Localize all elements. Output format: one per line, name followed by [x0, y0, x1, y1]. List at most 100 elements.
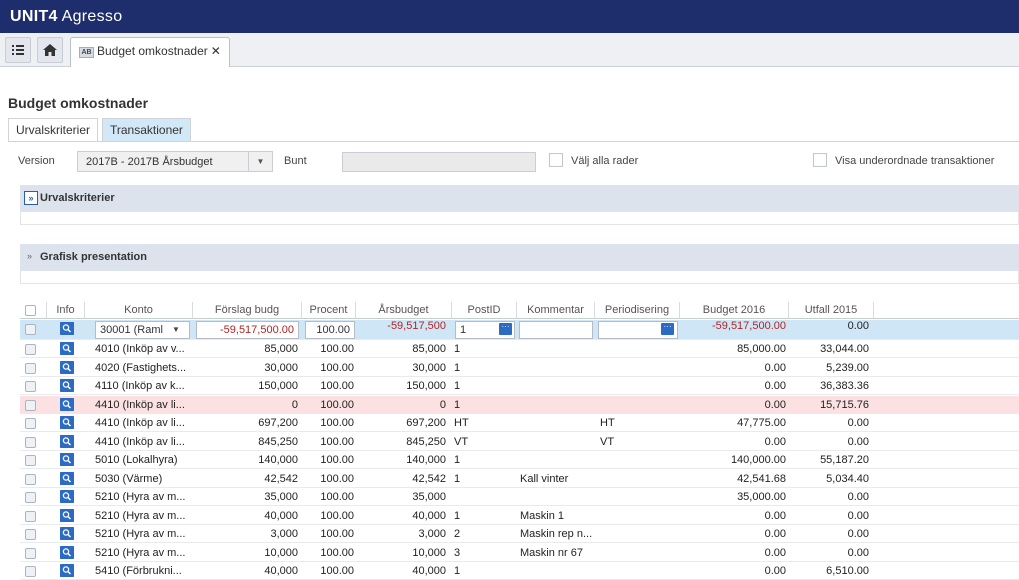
search-icon[interactable]: [60, 322, 74, 335]
ellipsis-icon[interactable]: ···: [499, 323, 512, 335]
version-select[interactable]: 2017B - 2017B Årsbudget ▼: [77, 151, 273, 172]
row-checkbox[interactable]: [25, 344, 36, 355]
column-header-postid[interactable]: PostID: [452, 302, 517, 319]
table-row[interactable]: 4410 (Inköp av li... 845,250 100.00 845,250…: [20, 433, 1019, 451]
row-checkbox[interactable]: [25, 418, 36, 429]
arsbudget-cell: 150,000: [406, 380, 446, 392]
table-row[interactable]: 5210 (Hyra av m... 35,000 100.00 35,000 35,0…: [20, 488, 1019, 506]
kommentar-cell: [520, 488, 594, 506]
forslag-cell: 140,000: [258, 454, 298, 466]
column-header-procent[interactable]: Procent: [302, 302, 356, 319]
graph-panel-header[interactable]: » Grafisk presentation: [20, 244, 1019, 271]
budget2016-cell: 140,000.00: [730, 454, 786, 466]
row-checkbox[interactable]: [25, 510, 36, 522]
konto-cell: 5210 (Hyra av m...: [95, 528, 186, 540]
tab-urvalskriterier[interactable]: Urvalskriterier: [8, 118, 99, 141]
row-checkbox[interactable]: [25, 324, 36, 335]
table-row[interactable]: 4110 (Inköp av k... 150,000 100.00 150,000 1…: [20, 377, 1019, 395]
show-sub-checkbox[interactable]: [813, 153, 827, 167]
utfall2015-cell: 55,187.20: [820, 454, 869, 466]
kommentar-cell: Kall vinter: [520, 472, 569, 485]
arsbudget-cell: 3,000: [418, 528, 446, 540]
konto-cell: 5410 (Förbrukni...: [95, 565, 182, 577]
column-header-kommentar[interactable]: Kommentar: [517, 302, 595, 319]
postid-cell: 1: [454, 509, 461, 522]
procent-input[interactable]: 100.00: [305, 321, 355, 339]
forslag-cell: 3,000: [270, 528, 298, 540]
periodisering-cell: [600, 525, 678, 543]
arsbudget-cell: 697,200: [406, 417, 446, 429]
search-icon[interactable]: [60, 342, 74, 355]
table-row[interactable]: 4410 (Inköp av li... 697,200 100.00 697,200…: [20, 414, 1019, 432]
row-checkbox[interactable]: [25, 381, 36, 392]
table-row[interactable]: 5030 (Värme) 42,542 100.00 42,542 1 Kall vint…: [20, 470, 1019, 488]
table-row[interactable]: 5210 (Hyra av m... 40,000 100.00 40,000 1 Mas…: [20, 507, 1019, 525]
column-header-info[interactable]: Info: [47, 302, 85, 319]
kommentar-cell: [520, 433, 594, 451]
column-header-periodisering[interactable]: Periodisering: [595, 302, 680, 319]
row-checkbox[interactable]: [25, 473, 36, 485]
search-icon[interactable]: [60, 564, 74, 577]
row-checkbox[interactable]: [25, 529, 36, 540]
select-all-rows-checkbox[interactable]: [25, 305, 36, 316]
table-row[interactable]: 5410 (Förbrukni... 40,000 100.00 40,000 1 0.0…: [20, 562, 1019, 580]
periodisering-cell: [600, 451, 678, 469]
search-icon[interactable]: [60, 434, 74, 448]
arsbudget-cell: 85,000: [412, 343, 446, 355]
postid-cell: [454, 488, 514, 506]
menu-button[interactable]: [5, 37, 31, 63]
tab-badge: AB: [79, 47, 94, 58]
column-header-forslag[interactable]: Förslag budg: [193, 302, 302, 319]
criteria-panel-header[interactable]: » Urvalskriterier: [20, 185, 1019, 212]
search-icon[interactable]: [60, 379, 74, 392]
postid-cell: 3: [454, 546, 461, 559]
row-checkbox[interactable]: [25, 455, 36, 466]
search-icon[interactable]: [60, 545, 74, 559]
table-row[interactable]: 5210 (Hyra av m... 3,000 100.00 3,000 2 Maski…: [20, 525, 1019, 543]
budget2016-cell: 0.00: [764, 380, 786, 392]
double-chevron-icon[interactable]: »: [24, 191, 38, 205]
table-row[interactable]: 4010 (Inköp av v... 85,000 100.00 85,000 1 85…: [20, 340, 1019, 358]
row-checkbox[interactable]: [25, 362, 36, 374]
forslag-cell: 85,000: [264, 343, 298, 355]
table-row[interactable]: 5010 (Lokalhyra) 140,000 100.00 140,000 1 140…: [20, 451, 1019, 469]
search-icon[interactable]: [60, 471, 74, 485]
kommentar-input[interactable]: [519, 321, 593, 339]
table-row[interactable]: 5210 (Hyra av m... 10,000 100.00 10,000 3 Mas…: [20, 544, 1019, 562]
bunt-input[interactable]: [342, 152, 536, 172]
row-checkbox[interactable]: [25, 399, 36, 411]
double-chevron-icon[interactable]: »: [27, 251, 32, 261]
tab-transaktioner[interactable]: Transaktioner: [102, 118, 191, 141]
row-checkbox[interactable]: [25, 492, 36, 503]
forslag-input[interactable]: -59,517,500.00: [196, 321, 299, 339]
column-header-konto[interactable]: Konto: [85, 302, 193, 319]
search-icon[interactable]: [60, 416, 74, 429]
konto-cell: 4020 (Fastighets...: [95, 361, 187, 374]
table-row-editing[interactable]: 30001 (Raml ▼ -59,517,500.00 100.00 -59,…: [20, 320, 1019, 340]
table-row[interactable]: 4410 (Inköp av li... 0 100.00 0 1 0.00 15,715.…: [20, 395, 1019, 414]
row-checkbox[interactable]: [25, 436, 36, 448]
utfall2015-cell: 0.00: [847, 435, 869, 448]
tab-budget-omkostnader[interactable]: AB Budget omkostnader ✕: [70, 37, 230, 67]
close-icon[interactable]: ✕: [211, 44, 221, 58]
utfall2015-cell: 0.00: [847, 491, 869, 503]
bunt-label: Bunt: [284, 155, 307, 167]
search-icon[interactable]: [60, 508, 74, 522]
row-checkbox[interactable]: [25, 547, 36, 559]
select-all-checkbox[interactable]: [549, 153, 563, 167]
row-checkbox[interactable]: [25, 566, 36, 577]
search-icon[interactable]: [60, 527, 74, 540]
utfall2015-cell: 5,034.40: [826, 472, 869, 485]
home-button[interactable]: [37, 37, 63, 63]
subtab-divider: [8, 141, 1019, 142]
chevron-down-icon[interactable]: ▼: [248, 152, 272, 171]
search-icon[interactable]: [60, 360, 74, 374]
search-icon[interactable]: [60, 397, 74, 411]
search-icon[interactable]: [60, 490, 74, 503]
procent-cell: 100.00: [320, 565, 354, 577]
chevron-down-icon[interactable]: ▼: [172, 325, 180, 334]
table-row[interactable]: 4020 (Fastighets... 30,000 100.00 30,000 1 0.…: [20, 359, 1019, 377]
procent-cell: 100.00: [320, 528, 354, 540]
search-icon[interactable]: [60, 453, 74, 466]
ellipsis-icon[interactable]: ···: [661, 323, 674, 335]
